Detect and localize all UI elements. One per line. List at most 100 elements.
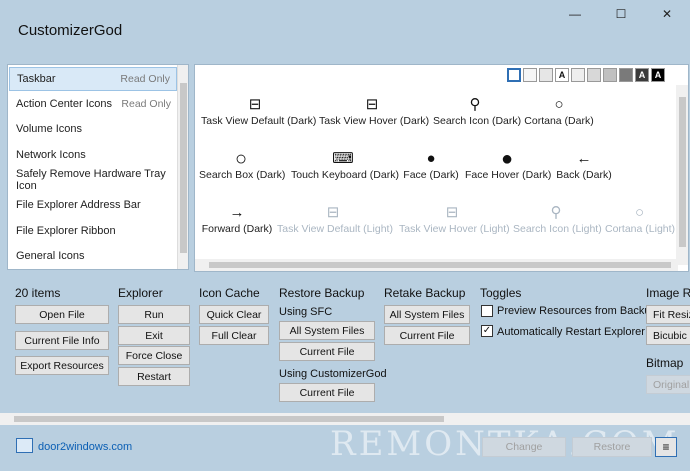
full-clear-button[interactable]: Full Clear <box>199 326 269 345</box>
icon-label: Face Hover (Dark) <box>465 169 552 181</box>
door2windows-link[interactable]: door2windows.com <box>38 441 132 453</box>
maximize-button[interactable]: ☐ <box>598 0 644 28</box>
open-file-button[interactable]: Open File <box>15 305 109 324</box>
background-swatch-black[interactable]: A <box>651 68 665 82</box>
using-customizergod-label: Using CustomizerGod <box>279 368 387 380</box>
icon-panel-horizontal-scrollbar[interactable] <box>195 259 678 271</box>
list-item-label: General Icons <box>16 250 85 262</box>
list-item-label: File Explorer Ribbon <box>16 225 116 237</box>
quick-clear-button[interactable]: Quick Clear <box>199 305 269 324</box>
retake-current-file-button[interactable]: Current File <box>384 326 470 345</box>
icon-label: Back (Dark) <box>556 169 612 181</box>
hamburger-menu-button[interactable]: ≡ <box>655 437 677 457</box>
run-explorer-button[interactable]: Run <box>118 305 190 324</box>
background-swatch-text[interactable]: A <box>555 68 569 82</box>
restart-explorer-button[interactable]: Restart <box>118 367 190 386</box>
icon-label: Cortana (Light) <box>605 223 676 235</box>
restore-current-file-sfc-button[interactable]: Current File <box>279 342 375 361</box>
change-button[interactable]: Change <box>482 437 566 457</box>
force-close-button[interactable]: Force Close <box>118 346 190 365</box>
original-button[interactable]: Original <box>646 375 690 394</box>
preview-resources-label[interactable]: Preview Resources from Backup <box>497 305 657 317</box>
background-swatch-checker[interactable] <box>523 68 537 82</box>
icon-cell[interactable]: ● Face Hover (Dark) <box>465 148 552 181</box>
scrollbar-thumb[interactable] <box>14 416 444 422</box>
icon-cell[interactable]: ← Back (Dark) <box>553 149 615 181</box>
scrollbar-thumb[interactable] <box>209 262 671 268</box>
keyboard-icon: ⌨ <box>332 150 354 167</box>
preview-resources-checkbox[interactable] <box>481 305 493 317</box>
background-swatch-light-gray[interactable] <box>571 68 585 82</box>
icon-panel-vertical-scrollbar[interactable] <box>676 85 688 265</box>
icon-cell[interactable]: ○ Cortana (Light) <box>605 203 685 235</box>
list-item-label: File Explorer Address Bar <box>16 199 141 211</box>
icon-label: Task View Hover (Light) <box>399 223 510 235</box>
minimize-button[interactable]: — <box>552 0 598 28</box>
icon-cell[interactable]: ⌨ Touch Keyboard (Dark) <box>291 149 399 181</box>
restore-current-file-button[interactable]: Current File <box>279 383 375 402</box>
icon-cell[interactable]: ○ Search Box (Dark) <box>199 148 286 181</box>
icon-label: Face (Dark) <box>403 169 459 181</box>
face-icon: ● <box>500 148 514 170</box>
search-icon: ⚲ <box>469 96 481 113</box>
export-resources-button[interactable]: Export Resources <box>15 356 109 375</box>
exit-explorer-button[interactable]: Exit <box>118 326 190 345</box>
scrollbar-thumb[interactable] <box>679 97 686 247</box>
face-icon: ● <box>426 150 436 167</box>
background-swatch-charcoal[interactable]: A <box>635 68 649 82</box>
background-swatch-dark-gray[interactable] <box>619 68 633 82</box>
icon-cell[interactable]: ⊟ Task View Default (Dark) <box>201 95 316 127</box>
icon-cell[interactable]: ⊟ Task View Default (Light) <box>277 203 393 235</box>
icon-cell[interactable]: ⊟ Task View Hover (Dark) <box>319 95 429 127</box>
category-list[interactable]: Taskbar Read Only Action Center Icons Re… <box>7 64 189 270</box>
list-item-file-explorer-address-bar[interactable]: File Explorer Address Bar <box>9 193 177 217</box>
icon-cell[interactable]: ● Face (Dark) <box>403 149 459 181</box>
icon-cell[interactable]: ⚲ Search Icon (Dark) <box>433 95 521 127</box>
list-item-general-icons[interactable]: General Icons <box>9 244 177 268</box>
icon-label: Touch Keyboard (Dark) <box>291 169 399 181</box>
bicubic-dropdown[interactable]: Bicubic <box>646 326 690 345</box>
list-item-label: Taskbar <box>17 73 56 85</box>
close-button[interactable]: ✕ <box>644 0 690 28</box>
bitmap-group-title: Bitmap <box>646 356 684 370</box>
icon-cell[interactable]: ⊟ Task View Hover (Light) <box>399 203 510 235</box>
icon-cell[interactable]: → Forward (Dark) <box>199 203 275 235</box>
background-swatch-gray[interactable] <box>587 68 601 82</box>
cortana-icon: ○ <box>234 148 248 170</box>
item-count-title: 20 items <box>15 286 61 300</box>
restore-backup-group-title: Restore Backup <box>279 286 365 300</box>
icon-cell[interactable]: ○ Cortana (Dark) <box>523 95 595 127</box>
retake-all-system-files-button[interactable]: All System Files <box>384 305 470 324</box>
list-item-action-center-icons[interactable]: Action Center Icons Read Only <box>9 92 177 116</box>
toggles-group-title: Toggles <box>480 286 522 300</box>
list-item-label: Safely Remove Hardware Tray Icon <box>16 168 166 192</box>
door2windows-logo-icon <box>16 438 33 453</box>
fit-resize-button[interactable]: Fit Resiz <box>646 305 690 324</box>
current-file-info-button[interactable]: Current File Info <box>15 331 109 350</box>
background-swatch-mid-gray[interactable] <box>603 68 617 82</box>
icon-cell[interactable]: ⚲ Search Icon (Light) <box>513 203 602 235</box>
list-item-taskbar[interactable]: Taskbar Read Only <box>9 67 177 91</box>
list-scrollbar-thumb[interactable] <box>180 83 187 253</box>
icon-label: Search Box (Dark) <box>199 169 286 181</box>
list-scrollbar[interactable] <box>177 65 188 269</box>
task-view-icon: ⊟ <box>248 96 262 113</box>
auto-restart-checkbox[interactable]: ✓ <box>481 325 493 337</box>
list-item-file-explorer-ribbon[interactable]: File Explorer Ribbon <box>9 219 177 243</box>
icon-label: Task View Default (Light) <box>277 223 393 235</box>
restore-all-system-files-button[interactable]: All System Files <box>279 321 375 340</box>
image-resize-group-title: Image R <box>646 286 690 300</box>
list-item-volume-icons[interactable]: Volume Icons <box>9 117 177 141</box>
background-swatch-checker-2[interactable] <box>539 68 553 82</box>
auto-restart-label[interactable]: Automatically Restart Explorer <box>497 326 645 338</box>
forward-arrow-icon: → <box>229 204 245 221</box>
restore-button[interactable]: Restore <box>572 437 652 457</box>
list-item-label: Volume Icons <box>16 123 83 135</box>
icon-label: Search Icon (Light) <box>513 223 602 235</box>
list-item-network-icons[interactable]: Network Icons <box>9 143 177 167</box>
list-item-safely-remove-hardware[interactable]: Safely Remove Hardware Tray Icon <box>9 168 177 192</box>
app-title: CustomizerGod <box>18 22 123 39</box>
background-swatch-white[interactable] <box>507 68 521 82</box>
cortana-icon: ○ <box>554 96 564 113</box>
search-icon: ⚲ <box>550 204 562 221</box>
